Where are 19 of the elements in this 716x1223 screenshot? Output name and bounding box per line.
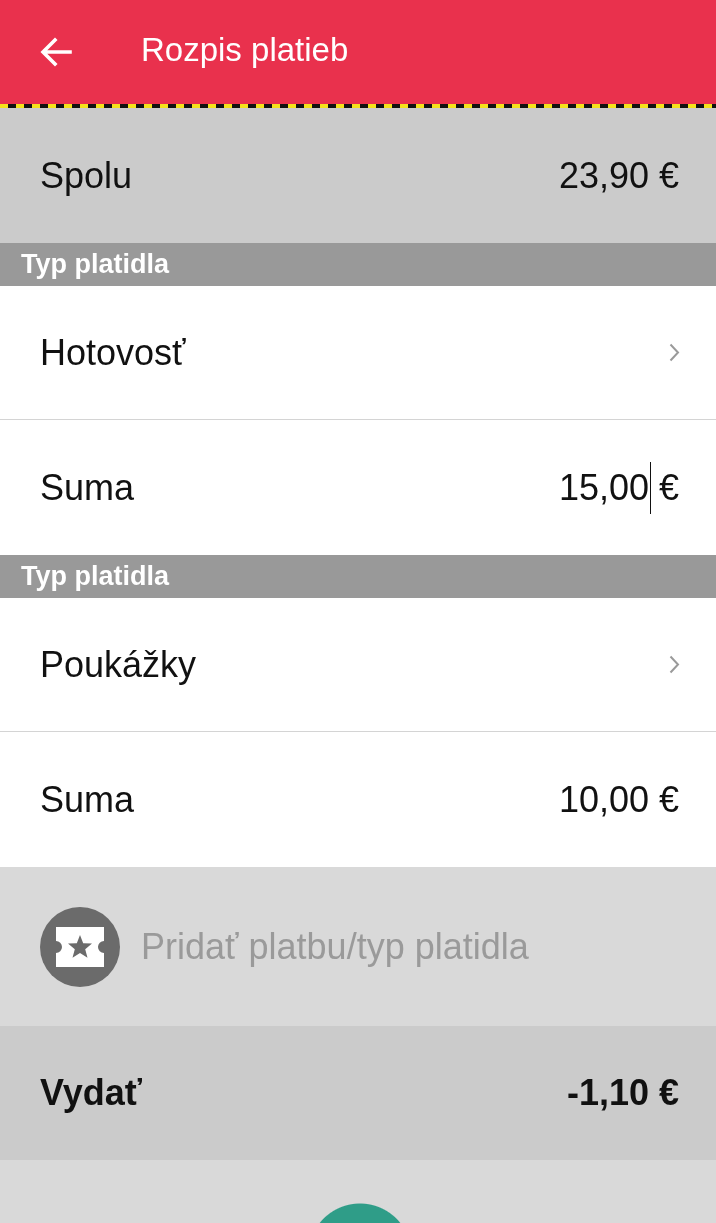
chevron-right-icon: [669, 343, 680, 362]
screen-title: Rozpis platieb: [141, 30, 349, 70]
amount-field[interactable]: 15,00: [558, 461, 651, 514]
ticket-icon: [40, 906, 120, 987]
section-header: Typ platidla: [0, 555, 716, 598]
change-label: Vydať: [40, 1071, 142, 1115]
change-value: -1,10 €: [566, 1071, 679, 1115]
chevron-right-icon: [669, 655, 680, 674]
arrow-left-icon: [40, 37, 72, 67]
total-value: 23,90 €: [558, 153, 679, 198]
currency-label: €: [658, 777, 679, 822]
payment-type-selector[interactable]: Poukážky: [0, 598, 716, 732]
payment-type-selector[interactable]: Hotovosť: [0, 286, 716, 420]
amount-field[interactable]: 10,00: [558, 773, 651, 826]
section-header: Typ platidla: [0, 243, 716, 286]
amount-label: Suma: [40, 777, 135, 822]
amount-label: Suma: [40, 465, 135, 510]
total-label: Spolu: [40, 153, 133, 198]
currency-label: €: [658, 465, 679, 510]
